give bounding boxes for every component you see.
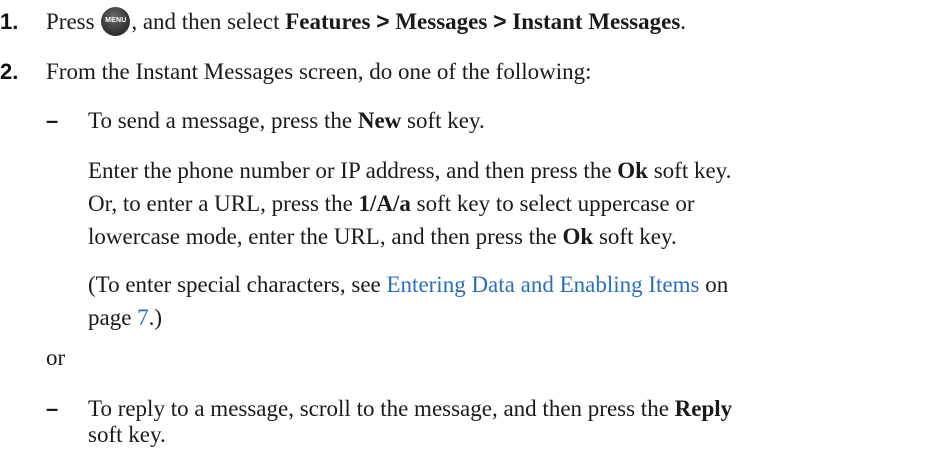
option-send-line: To send a message, press the New soft ke… bbox=[88, 108, 485, 133]
menu-key-icon: MENU bbox=[101, 7, 131, 36]
option-send-paragraph: Enter the phone number or IP address, an… bbox=[88, 154, 731, 253]
soft-key-ok: Ok bbox=[562, 224, 594, 249]
soft-key-reply: Reply bbox=[674, 396, 733, 421]
bullet-dash: – bbox=[46, 396, 59, 421]
option-reply: To reply to a message, scroll to the mes… bbox=[88, 392, 732, 451]
paragraph-line: Or, to enter a URL, press the 1/A/a soft… bbox=[88, 191, 695, 216]
menu-path-features: Features bbox=[285, 9, 371, 34]
menu-path-messages: Messages bbox=[395, 9, 488, 34]
step-text: From the Instant Messages screen, do one… bbox=[46, 59, 592, 84]
step-number: 2. bbox=[0, 59, 19, 84]
paragraph-line: lowercase mode, enter the URL, and then … bbox=[88, 224, 677, 249]
paragraph-line: To reply to a message, scroll to the mes… bbox=[88, 396, 733, 421]
paragraph-line: (To enter special characters, see Enteri… bbox=[88, 272, 729, 297]
menu-path-instant-messages: Instant Messages bbox=[512, 9, 681, 34]
step-number: 1. bbox=[0, 9, 19, 34]
path-separator: > bbox=[376, 8, 390, 34]
link-entering-data[interactable]: Entering Data and Enabling Items bbox=[387, 272, 700, 297]
soft-key-case: 1/A/a bbox=[358, 191, 411, 216]
or-separator: or bbox=[46, 345, 66, 370]
option-send-note: (To enter special characters, see Enteri… bbox=[88, 268, 728, 334]
soft-key-new: New bbox=[357, 108, 402, 133]
path-separator: > bbox=[493, 8, 507, 34]
paragraph-line: page 7.) bbox=[88, 305, 163, 330]
bullet-dash: – bbox=[46, 108, 59, 133]
soft-key-ok: Ok bbox=[617, 158, 648, 183]
paragraph-line: Enter the phone number or IP address, an… bbox=[88, 158, 732, 183]
link-page-number[interactable]: 7 bbox=[137, 305, 149, 330]
step-text: Press MENU, and then select Features > M… bbox=[46, 7, 687, 36]
